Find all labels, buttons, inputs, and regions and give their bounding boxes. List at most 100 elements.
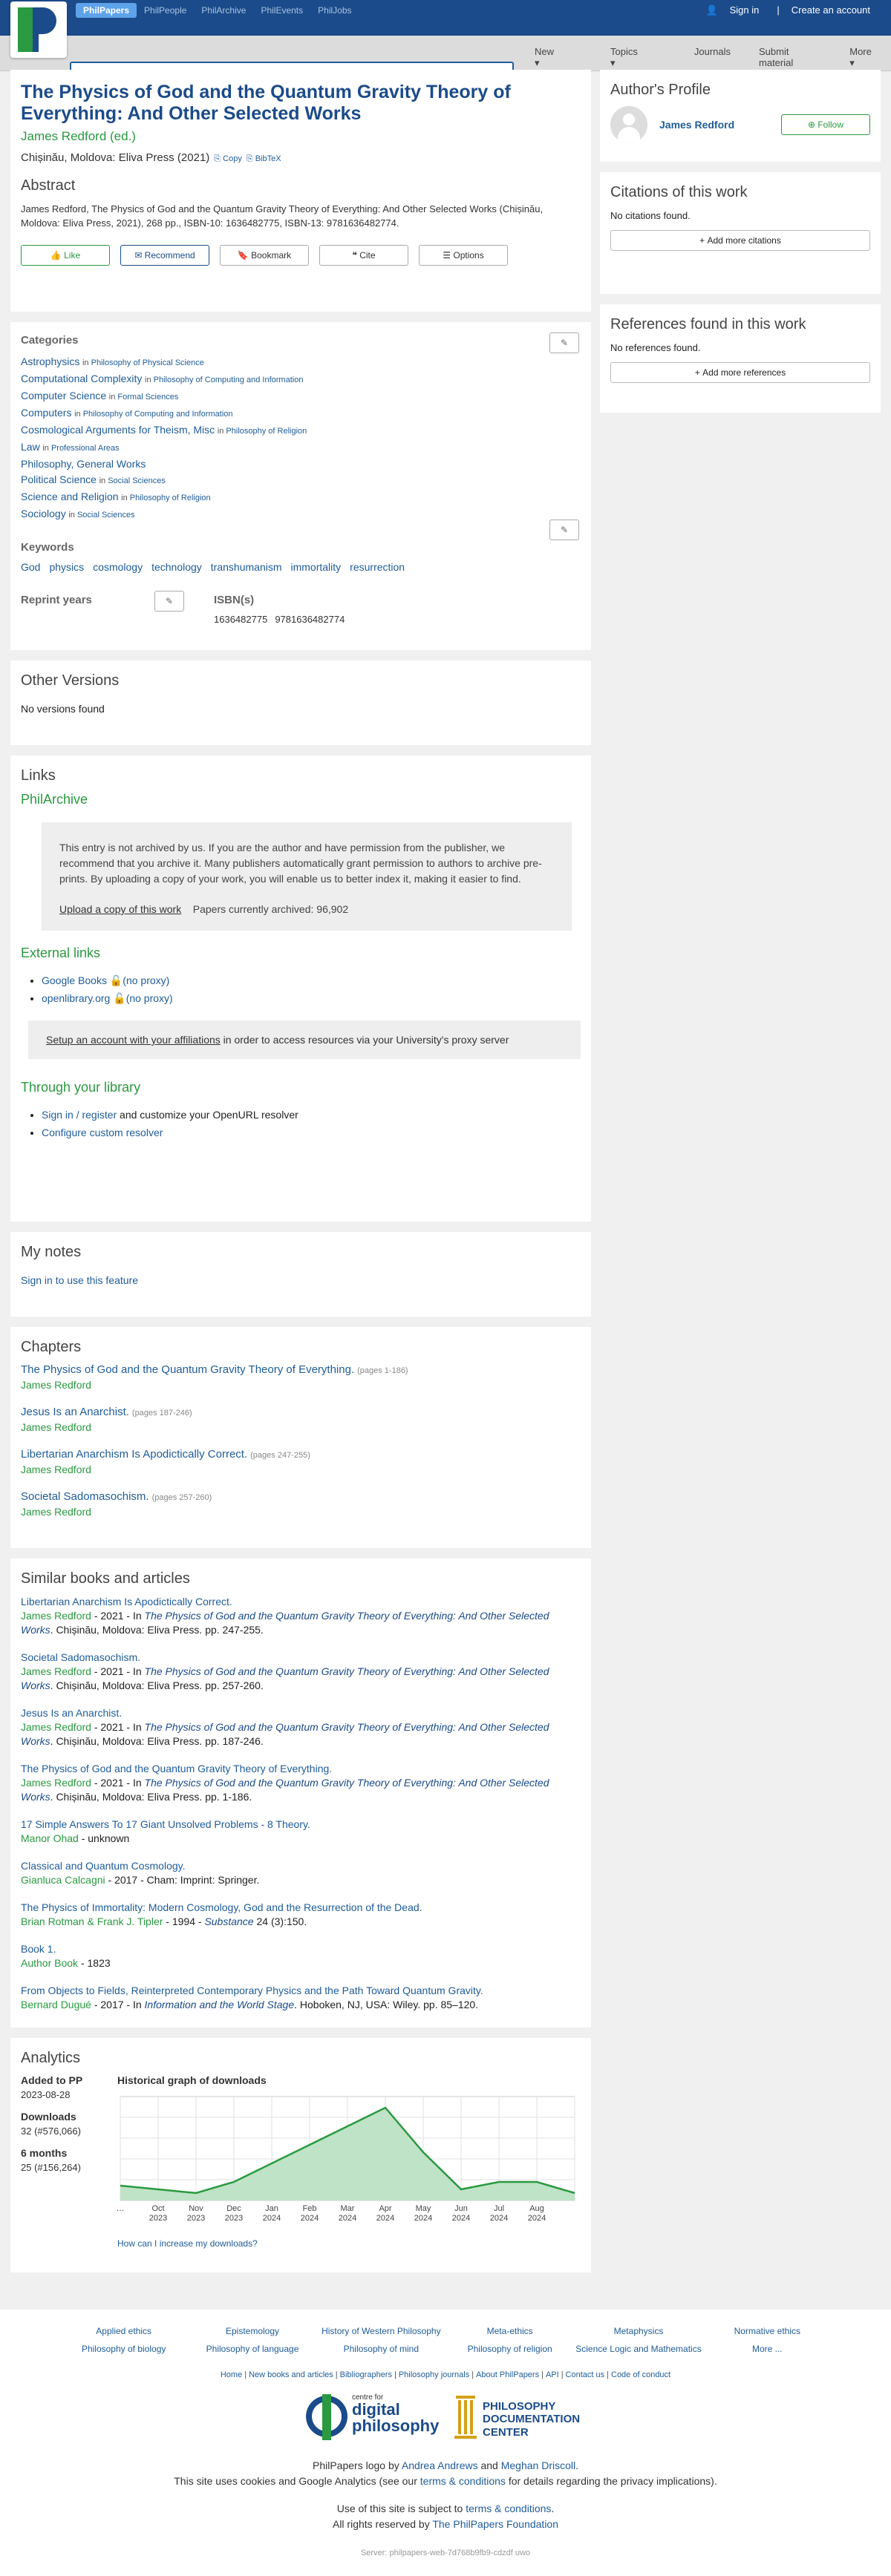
footer-link[interactable]: Philosophy journals (399, 2370, 469, 2379)
similar-author[interactable]: Bernard Dugué (21, 1999, 91, 2010)
keyword-link[interactable]: transhumanism (211, 561, 282, 573)
similar-title[interactable]: The Physics of Immortality: Modern Cosmo… (21, 1901, 422, 1913)
cite-button[interactable]: ❝ Cite (319, 245, 408, 266)
keyword-link[interactable]: cosmology (93, 561, 143, 573)
bookmark-icon: 🔖 (237, 250, 252, 260)
site-philpeople[interactable]: PhilPeople (137, 3, 194, 18)
references-panel: References found in this work No referen… (600, 304, 881, 413)
work-editor[interactable]: James Redford (ed.) (21, 129, 581, 144)
like-icon: 👍 (50, 250, 65, 260)
notes-heading: My notes (21, 1244, 82, 1260)
footer-category-link[interactable]: Applied ethics (59, 2326, 188, 2336)
external-link-item: Google Books 🔓(no proxy) (42, 971, 581, 989)
footer-link[interactable]: Bibliographers (340, 2370, 392, 2379)
links-heading: Links (21, 767, 56, 784)
similar-author[interactable]: James Redford (21, 1721, 91, 1733)
copy-link[interactable]: ⎘ Copy (214, 154, 242, 163)
edit-reprint-button[interactable]: ✎ (154, 591, 184, 612)
category-item: Astrophysics in Philosophy of Physical S… (21, 355, 204, 367)
similar-author[interactable]: James Redford (21, 1777, 91, 1789)
footer-links: Home | New books and articles | Bibliographe… (220, 2370, 671, 2379)
library-heading: Through your library (21, 1080, 141, 1095)
pdc-logo-icon (454, 2396, 477, 2439)
options-button[interactable]: ☰ Options (419, 245, 508, 266)
signin-link[interactable]: 👤 Sign in (693, 4, 771, 16)
chapter-item: The Physics of God and the Quantum Gravi… (21, 1363, 408, 1391)
author-name[interactable]: James Redford (659, 119, 781, 131)
notes-signin-link[interactable]: Sign in to use this feature (21, 1274, 581, 1286)
site-philjobs[interactable]: PhilJobs (310, 3, 359, 18)
footer-link[interactable]: New books and articles (249, 2370, 333, 2379)
footer-category-link[interactable]: Normative ethics (703, 2326, 832, 2336)
create-account-link[interactable]: Create an account (786, 4, 876, 16)
affiliations-link[interactable]: Setup an account with your affiliations (46, 1034, 221, 1046)
work-panel: The Physics of God and the Quantum Gravi… (10, 70, 591, 312)
similar-title[interactable]: Classical and Quantum Cosmology. (21, 1860, 186, 1872)
avatar[interactable] (610, 106, 647, 143)
footer-category-link[interactable]: Science Logic and Mathematics (574, 2344, 702, 2354)
follow-button[interactable]: ⊕ Follow (781, 114, 870, 135)
site-switcher: PhilPapers PhilPeople PhilArchive PhilEv… (76, 3, 359, 18)
analytics-stats: Added to PP 2023-08-28 Downloads 32 (#576,… (21, 2074, 117, 2249)
bibtex-link[interactable]: ⎘ BibTeX (247, 154, 281, 163)
site-philevents[interactable]: PhilEvents (253, 3, 310, 18)
similar-author[interactable]: James Redford (21, 1665, 91, 1677)
similar-title[interactable]: Jesus Is an Anarchist. (21, 1707, 122, 1719)
recommend-button[interactable]: ✉ Recommend (120, 245, 209, 266)
footer-link[interactable]: Contact us (566, 2370, 605, 2379)
external-links-heading: External links (21, 945, 101, 960)
similar-author[interactable]: Gianluca Calcagni (21, 1874, 105, 1886)
bookmark-button[interactable]: 🔖 Bookmark (220, 245, 309, 266)
keyword-link[interactable]: technology (151, 561, 202, 573)
keyword-link[interactable]: resurrection (350, 561, 405, 573)
library-item: Sign in / register and customize your Op… (42, 1106, 581, 1124)
chart-title: Historical graph of downloads (117, 2074, 267, 2086)
similar-title[interactable]: 17 Simple Answers To 17 Giant Unsolved P… (21, 1818, 310, 1830)
similar-title[interactable]: The Physics of God and the Quantum Gravi… (21, 1763, 332, 1774)
main-column: The Physics of God and the Quantum Gravi… (10, 70, 591, 2283)
similar-title[interactable]: Book 1. (21, 1943, 56, 1955)
footer-category-link[interactable]: Epistemology (188, 2326, 316, 2336)
category-item: Computational Complexity in Philosophy o… (21, 373, 304, 384)
keyword-link[interactable]: physics (49, 561, 84, 573)
footer-link[interactable]: About PhilPapers (476, 2370, 539, 2379)
footer-category-link[interactable]: History of Western Philosophy (317, 2326, 446, 2336)
abstract-text: James Redford, The Physics of God and th… (21, 203, 544, 229)
upload-link[interactable]: Upload a copy of this work (59, 903, 181, 915)
similar-author[interactable]: James Redford (21, 1610, 91, 1622)
footer-category-link[interactable]: Philosophy of biology (59, 2344, 188, 2354)
footer-link[interactable]: API (546, 2370, 559, 2379)
footer-category-link[interactable]: Metaphysics (574, 2326, 702, 2336)
keyword-link[interactable]: God (21, 561, 40, 573)
footer-category-link[interactable]: Philosophy of language (188, 2344, 316, 2354)
chart-tick-label: Nov 2023 (187, 2204, 205, 2223)
similar-panel: Similar books and articles Libertarian A… (10, 1559, 591, 2028)
chart-tick-label: Jun 2024 (452, 2204, 470, 2223)
footer-link[interactable]: Home (221, 2370, 242, 2379)
chapters-panel: Chapters The Physics of God and the Quan… (10, 1327, 591, 1548)
footer-category-link[interactable]: More ... (703, 2344, 832, 2354)
footer-category-link[interactable]: Philosophy of mind (317, 2344, 446, 2354)
site-philpapers[interactable]: PhilPapers (76, 3, 137, 18)
similar-author[interactable]: Manor Ohad (21, 1832, 79, 1844)
increase-downloads-link[interactable]: How can I increase my downloads? (117, 2238, 581, 2249)
chapter-item: Jesus Is an Anarchist. (pages 187-246) Jam… (21, 1406, 192, 1433)
keyword-link[interactable]: immortality (291, 561, 342, 573)
similar-title[interactable]: Libertarian Anarchism Is Apodictically C… (21, 1596, 232, 1607)
add-citations-button[interactable]: + Add more citations (610, 230, 870, 251)
similar-author[interactable]: Author Book (21, 1957, 78, 1969)
philpapers-logo[interactable] (10, 1, 67, 58)
like-button[interactable]: 👍 Like (21, 245, 110, 266)
footer-category-link[interactable]: Philosophy of religion (446, 2344, 574, 2354)
edit-keywords-button[interactable]: ✎ (549, 520, 579, 540)
edit-categories-button[interactable]: ✎ (549, 332, 579, 353)
footer-link[interactable]: Code of conduct (611, 2370, 670, 2379)
cite-icon: ❝ (352, 250, 360, 260)
similar-title[interactable]: Societal Sadomasochism. (21, 1651, 140, 1663)
similar-author[interactable]: Brian Rotman & Frank J. Tipler (21, 1915, 163, 1927)
add-references-button[interactable]: + Add more references (610, 362, 870, 383)
site-philarchive[interactable]: PhilArchive (194, 3, 253, 18)
similar-title[interactable]: From Objects to Fields, Reinterpreted Co… (21, 1985, 483, 1996)
footer-category-link[interactable]: Meta-ethics (446, 2326, 574, 2336)
keyword-list: God physics cosmology technology transhumani… (21, 561, 581, 573)
